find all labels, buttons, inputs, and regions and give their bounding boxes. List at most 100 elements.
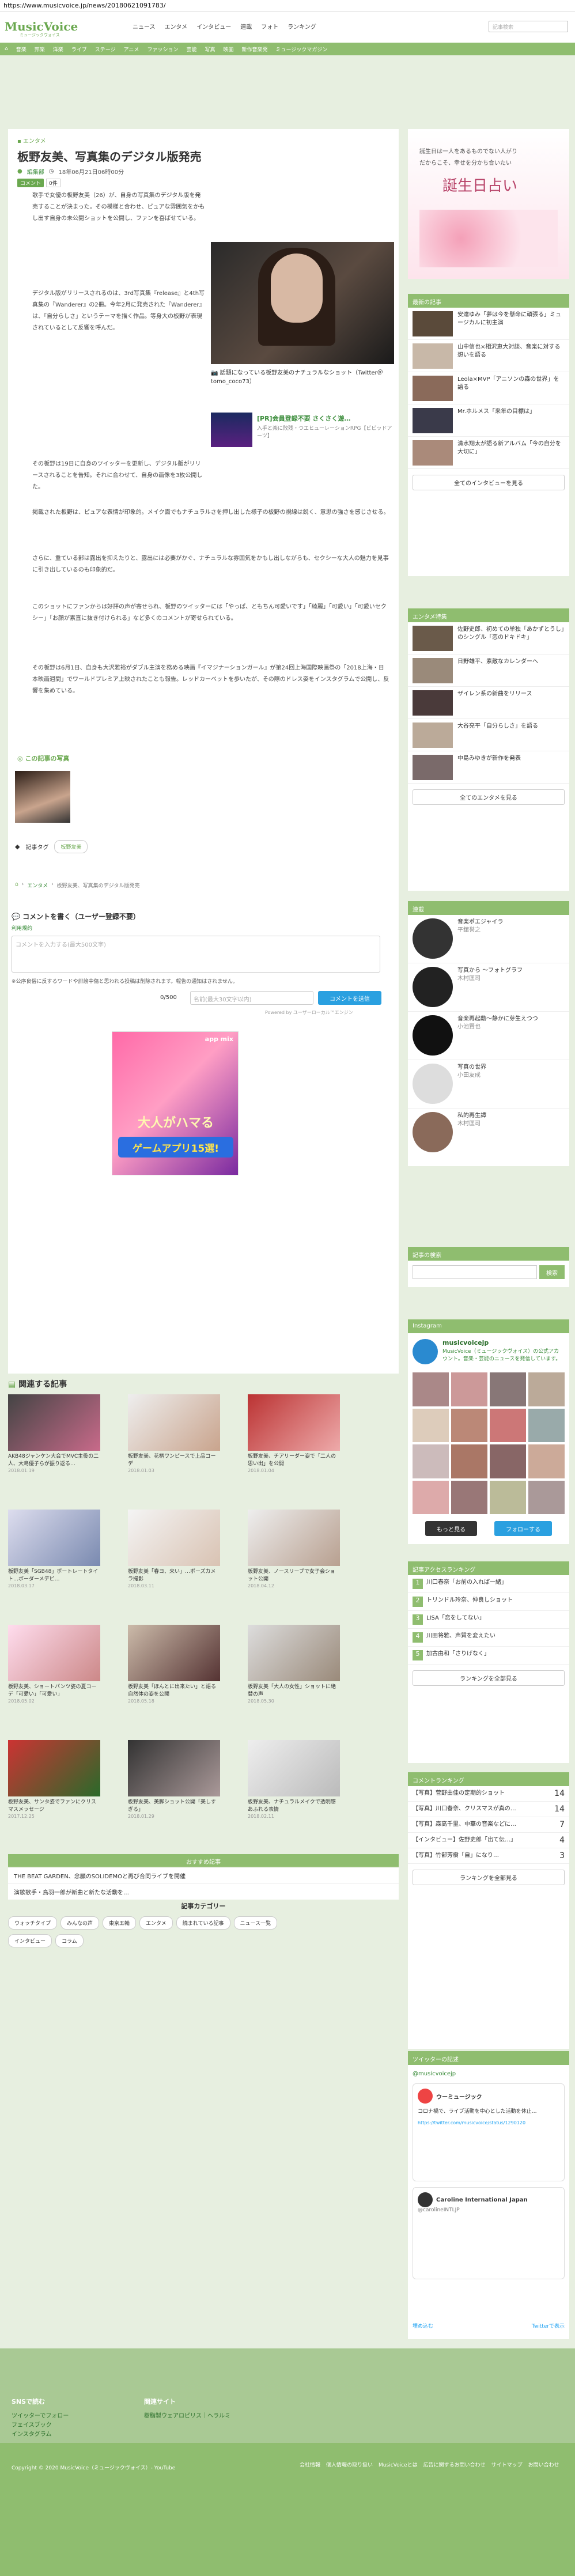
sidebar-column-item[interactable]: 音楽ポエジャイラ 平舘誉之 [408,915,569,963]
related-item[interactable]: 板野友美「SGB48」ポートレートタイト…ボーダーメデビ… 2018.03.17 [8,1510,100,1596]
terms-link[interactable]: 利用規約 [12,924,32,932]
sidebar-enta-item[interactable]: ザイレン系の新曲をリリース [408,687,569,719]
category-tag[interactable]: 東京五輪 [103,1916,137,1930]
tweet-link[interactable]: https://twitter.com/musicvoice/status/12… [418,2120,559,2125]
footer-sns-link[interactable]: ツイッターでフォロー [12,2412,69,2421]
footer-link[interactable]: お問い合わせ [528,2461,559,2469]
twitter-handle[interactable]: @musicvoicejp [413,2071,456,2077]
related-item[interactable]: 板野友美、チアリーダー姿で「二人の思い出」を公開 2018.01.04 [248,1394,340,1481]
footer-sns-link[interactable]: インスタグラム [12,2430,69,2439]
comment-ranking-item[interactable]: 【写真】竹部芳樹「自」になり… 3 [408,1848,569,1864]
instagram-more-button[interactable]: もっと見る [425,1521,477,1536]
comment-ranking-item[interactable]: 【写真】菅野由佳の定期的ショット 14 [408,1786,569,1802]
footer-link[interactable]: MusicVoiceとは [379,2461,418,2469]
tweet-card[interactable]: Caroline International Japan @carolineIN… [413,2187,565,2279]
cat-nav-11[interactable]: ミュージックマガジン [276,46,328,53]
related-item[interactable]: 板野友美、ショートパンツ姿の夏コーデ「可愛い」「可愛い」 2018.05.02 [8,1625,100,1711]
ranking-item[interactable]: 2 トリンドル玲奈、仲良しショット [408,1593,569,1611]
comment-badge[interactable]: コメント [17,179,44,187]
interview-more-button[interactable]: 全てのインタビューを見る [413,475,565,490]
cat-nav-0[interactable]: 音楽 [16,46,27,53]
instagram-follow-button[interactable]: フォローする [494,1521,552,1536]
cat-nav-9[interactable]: 映画 [223,46,233,53]
sidebar-enta-item[interactable]: 中島みゆきが新作を発表 [408,751,569,784]
cat-nav-10[interactable]: 新作音楽発 [242,46,268,53]
cat-nav-7[interactable]: 芸能 [186,46,196,53]
home-icon[interactable]: ⌂ [5,46,8,52]
sidebar-column-item[interactable]: 写真の世界 小田友成 [408,1060,569,1109]
ranking-item[interactable]: 1 川口春奈「お前の入れば一緒」 [408,1575,569,1593]
related-item[interactable]: AKB48ジャンケン大会でMVC主役の二人、大島優子らが振り返る… 2018.01… [8,1394,100,1481]
comment-ranking-item[interactable]: 【インタビュー】佐野史郎「出て伝…」 4 [408,1833,569,1848]
article-photo-thumbnail[interactable] [15,771,70,823]
sidebar-interview-item[interactable]: Mr.ホルメス「来年の目標は」 [408,404,569,437]
related-item[interactable]: 板野友美「ほんとに出来たい」と語る自然体の姿を公開 2018.05.18 [128,1625,220,1711]
ranking-item[interactable]: 4 川田将雅、声質を変えたい [408,1629,569,1647]
enta-more-button[interactable]: 全てのエンタメを見る [413,789,565,805]
cat-nav-1[interactable]: 邦楽 [35,46,45,53]
top-nav-entame[interactable]: エンタメ [165,22,188,32]
footer-sns-link[interactable]: フェイスブック [12,2421,69,2430]
sidebar-column-item[interactable]: 私的再生譚 木村匡司 [408,1109,569,1157]
ranking-more-button[interactable]: ランキングを全部見る [413,1670,565,1686]
sidebar-enta-item[interactable]: 日野雄平、素敵なカレンダーへ [408,655,569,687]
site-logo[interactable]: MusicVoice ミュージックヴォイス [5,18,91,37]
cat-nav-3[interactable]: ライブ [71,46,87,53]
sidebar-enta-item[interactable]: 大谷亮平「自分らしさ」を語る [408,719,569,751]
cat-nav-5[interactable]: アニメ [124,46,139,53]
related-item[interactable]: 板野友美、花柄ワンピースで上品コーデ 2018.01.03 [128,1394,220,1481]
recommend-item[interactable]: 演歌歌手・鳥羽一郎が新曲と新たな活動を… [8,1884,399,1900]
footer-link[interactable]: 広告に関するお問い合わせ [423,2461,486,2469]
comment-ranking-item[interactable]: 【写真】川口春奈、クリスマスが真の… 14 [408,1802,569,1817]
address-bar[interactable]: https://www.musicvoice.jp/news/201806210… [0,0,575,12]
category-tag[interactable]: エンタメ [139,1916,173,1930]
article-author[interactable]: 編集部 [27,167,44,176]
recommend-item[interactable]: THE BEAT GARDEN、念願のSOLIDEMOと再び合同ライブを開催 [8,1868,399,1884]
category-tag[interactable]: コラム [55,1934,84,1947]
sidebar-column-item[interactable]: 写真から 〜フォトグラフ 木村匡司 [408,963,569,1012]
sidebar-interview-item[interactable]: 安達ゆみ「夢は今を懸命に頑張る」ミュージカルに初主演 [408,308,569,340]
related-item[interactable]: 板野友美、美脚ショット公開「美しすぎる」 2018.01.29 [128,1740,220,1826]
ranking-item[interactable]: 5 加古由和「さりげなく」 [408,1647,569,1665]
top-nav-series[interactable]: 連載 [240,22,252,32]
birthday-banner[interactable]: 誕生日は一人をあるものでない人がり だからこそ、幸せを分かち合いたい 誕生日占い [408,129,569,279]
sidebar-search-button[interactable]: 検索 [539,1265,565,1279]
category-tag[interactable]: ニュース一覧 [233,1916,278,1930]
breadcrumb-item[interactable]: エンタメ [27,882,48,889]
article-category[interactable]: ▪ エンタメ [17,136,46,145]
sidebar-search-input[interactable] [413,1265,537,1279]
comment-textarea[interactable]: コメントを入力する(最大500文字) [12,936,380,973]
ranking-item[interactable]: 3 LISA「恋をしてない」 [408,1611,569,1629]
comment-name-input[interactable]: 名前(最大30文字以内) [190,991,313,1005]
cat-nav-4[interactable]: ステージ [95,46,116,53]
instagram-avatar[interactable] [413,1339,438,1364]
tag-chip[interactable]: 板野友美 [54,840,88,853]
home-icon[interactable]: ⌂ [15,882,18,889]
sidebar-column-item[interactable]: 音楽再起動〜静かに芽生えつつ 小池賢也 [408,1012,569,1060]
tweet-embed-link[interactable]: 埋め込む [413,2322,433,2329]
category-tag[interactable]: みんなの声 [60,1916,100,1930]
game-ad-banner[interactable]: app mix 大人がハマる ゲームアプリ15選! [112,1031,239,1175]
top-nav-ranking[interactable]: ランキング [288,22,316,32]
comment-ranking-more-button[interactable]: ランキングを全部見る [413,1870,565,1885]
category-tag[interactable]: 読まれている記事 [176,1916,230,1930]
top-nav-interview[interactable]: インタビュー [196,22,231,32]
related-item[interactable]: 板野友美「春ヨ、来い」…ポーズカメラ撮影 2018.03.11 [128,1510,220,1596]
footer-link[interactable]: サイトマップ [491,2461,523,2469]
instagram-name[interactable]: musicvoicejp [442,1339,489,1346]
comment-submit-button[interactable]: コメントを送信 [318,991,381,1005]
related-item[interactable]: 板野友美、ノースリーブで女子会ショット公開 2018.04.12 [248,1510,340,1596]
top-nav-photo[interactable]: フォト [261,22,278,32]
sidebar-enta-item[interactable]: 佐野史郎、初めての単独「あかずとうし」のシングル「恋のドキドキ」 [408,622,569,655]
footer-related-link[interactable]: 樹脂製ウェアロピリス｜ヘラルミ [144,2412,230,2421]
category-tag[interactable]: ウォッチタイプ [8,1916,58,1930]
sidebar-interview-item[interactable]: 山中信也×相沢恵大対談、音楽に対する想いを語る [408,340,569,372]
cat-nav-8[interactable]: 写真 [205,46,215,53]
comment-ranking-item[interactable]: 【写真】森高千里、中華の音楽などに… 7 [408,1817,569,1833]
cat-nav-6[interactable]: ファッション [147,46,178,53]
category-tag[interactable]: インタビュー [8,1934,52,1947]
pr-ad[interactable]: [PR]会員登録不要 さくさく遊… 入手と楽に敗残・つエヒューレーションRPG【… [211,413,394,447]
tweet-view-link[interactable]: Twitterで表示 [532,2322,565,2329]
footer-link[interactable]: 会社情報 [300,2461,320,2469]
cat-nav-2[interactable]: 洋楽 [53,46,63,53]
